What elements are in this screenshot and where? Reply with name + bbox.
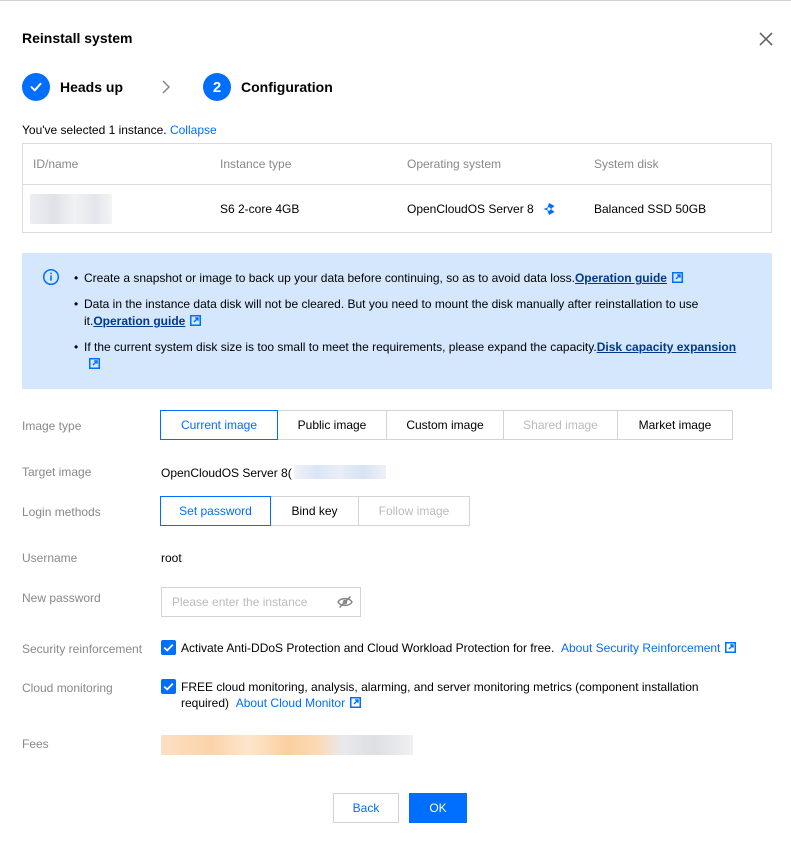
login-follow-image: Follow image [358, 496, 470, 526]
header-system-disk: System disk [594, 157, 659, 171]
notice-item: Data in the instance data disk will not … [74, 296, 744, 330]
redacted-fees [161, 735, 413, 755]
security-checkbox[interactable] [161, 640, 176, 655]
disk-expansion-link[interactable]: Disk capacity expansion [597, 340, 736, 354]
close-icon[interactable] [757, 30, 775, 48]
cell-system-disk: Balanced SSD 50GB [594, 202, 707, 216]
eye-off-icon[interactable] [337, 595, 353, 609]
security-description: Activate Anti-DDoS Protection and Cloud … [181, 641, 555, 655]
dialog-top-border [0, 0, 791, 1]
cell-instance-type: S6 2-core 4GB [220, 202, 300, 216]
header-operating-system: Operating system [407, 157, 502, 171]
table-header: ID/name Instance type Operating system S… [23, 144, 771, 185]
operation-guide-link[interactable]: Operation guide [575, 271, 667, 285]
image-type-selector: Current image Public image Custom image … [160, 410, 733, 440]
notice-item-text: Create a snapshot or image to back up yo… [84, 271, 575, 285]
monitoring-checkbox[interactable] [161, 679, 176, 694]
monitoring-text: FREE cloud monitoring, analysis, alarmin… [181, 679, 711, 711]
header-instance-type: Instance type [220, 157, 292, 171]
image-type-current[interactable]: Current image [160, 410, 278, 440]
target-image-label: Target image [22, 465, 92, 479]
external-link-icon[interactable] [350, 697, 362, 708]
notice-list: Create a snapshot or image to back up yo… [74, 270, 744, 382]
dialog-title: Reinstall system [22, 30, 133, 46]
redacted-id [30, 194, 112, 224]
table-row: S6 2-core 4GB OpenCloudOS Server 8 Balan… [23, 185, 771, 233]
step-1-done-indicator [22, 73, 50, 101]
login-bind-key[interactable]: Bind key [270, 496, 359, 526]
monitoring-link[interactable]: About Cloud Monitor [236, 696, 345, 710]
operation-guide-link[interactable]: Operation guide [93, 314, 185, 328]
username-label: Username [22, 551, 78, 565]
step-2-label: Configuration [241, 79, 333, 95]
header-id-name: ID/name [33, 157, 79, 171]
external-link-icon[interactable] [89, 358, 100, 369]
step-2-number: 2 [203, 73, 232, 101]
login-set-password[interactable]: Set password [160, 496, 271, 526]
username-value: root [161, 551, 182, 565]
back-button[interactable]: Back [333, 793, 399, 823]
target-image-name: OpenCloudOS Server 8( [161, 466, 292, 480]
cell-operating-system: OpenCloudOS Server 8 [407, 202, 594, 216]
login-method-selector: Set password Bind key Follow image [160, 496, 470, 526]
ok-button[interactable]: OK [409, 793, 467, 823]
notice-item-text: If the current system disk size is too s… [84, 340, 597, 354]
step-1-label: Heads up [60, 79, 124, 95]
os-logo-icon [543, 203, 555, 215]
image-type-shared: Shared image [503, 410, 618, 440]
cloud-monitoring-label: Cloud monitoring [22, 681, 113, 695]
info-icon [42, 268, 60, 286]
fees-label: Fees [22, 737, 49, 751]
notice-banner: Create a snapshot or image to back up yo… [22, 253, 772, 389]
security-text: Activate Anti-DDoS Protection and Cloud … [181, 640, 761, 656]
check-icon [30, 82, 42, 92]
notice-item: Create a snapshot or image to back up yo… [74, 270, 744, 287]
os-name: OpenCloudOS Server 8 [407, 202, 534, 216]
image-type-label: Image type [22, 419, 82, 433]
new-password-label: New password [22, 591, 101, 605]
selection-summary: You've selected 1 instance. Collapse [22, 123, 217, 137]
image-type-public[interactable]: Public image [277, 410, 387, 440]
instance-table: ID/name Instance type Operating system S… [22, 143, 772, 233]
external-link-icon[interactable] [190, 315, 202, 326]
security-label: Security reinforcement [22, 642, 143, 656]
collapse-link[interactable]: Collapse [170, 123, 217, 137]
external-link-icon[interactable] [725, 642, 737, 653]
target-image-value: OpenCloudOS Server 8( [161, 465, 386, 480]
notice-item: If the current system disk size is too s… [74, 339, 744, 373]
image-type-custom[interactable]: Custom image [386, 410, 504, 440]
redacted-image-id [293, 465, 386, 479]
image-type-market[interactable]: Market image [617, 410, 733, 440]
new-password-input[interactable] [162, 588, 327, 616]
checkbox-check-icon [163, 643, 174, 652]
external-link-icon[interactable] [671, 272, 683, 283]
security-link[interactable]: About Security Reinforcement [561, 641, 720, 655]
stepper: Heads up 2 Configuration [22, 72, 333, 102]
login-methods-label: Login methods [22, 505, 101, 519]
cell-id-name [23, 194, 220, 224]
checkbox-check-icon [163, 682, 174, 691]
chevron-right-icon [162, 80, 171, 94]
selection-text: You've selected 1 instance. [22, 123, 167, 137]
new-password-field [161, 587, 361, 617]
